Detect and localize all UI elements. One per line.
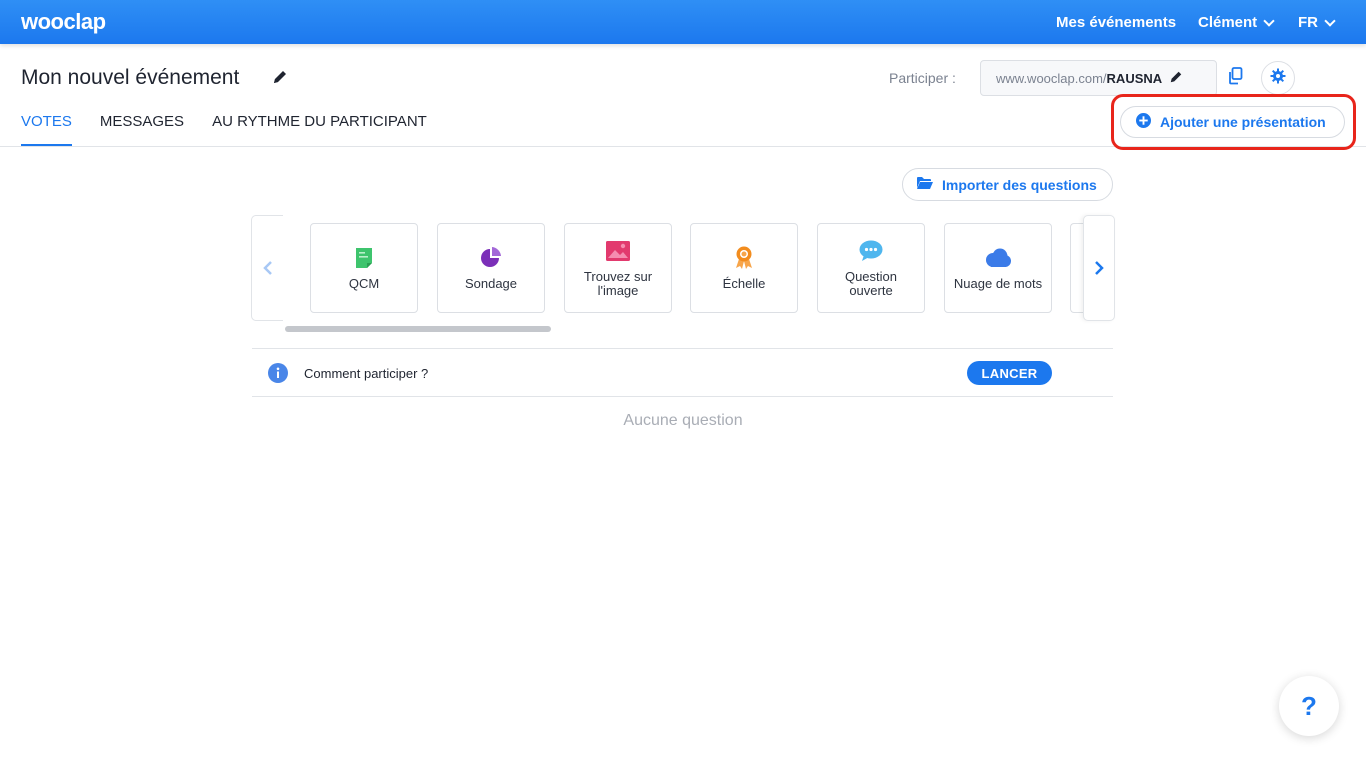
tab-messages[interactable]: MESSAGES	[100, 113, 184, 146]
chevron-down-icon	[1324, 14, 1336, 27]
my-events-link[interactable]: Mes événements	[1056, 14, 1176, 31]
wooclap-logo[interactable]: wooclap	[21, 9, 106, 35]
chevron-right-icon	[1095, 261, 1104, 275]
folder-open-icon	[916, 176, 934, 193]
question-type-qcm[interactable]: QCM	[310, 223, 418, 313]
question-type-label: QCM	[348, 276, 380, 291]
url-code: RAUSNA	[1106, 70, 1163, 86]
help-button[interactable]: ?	[1279, 676, 1339, 736]
tab-votes[interactable]: VOTES	[21, 113, 72, 146]
image-icon	[605, 238, 631, 264]
question-type-label: Sondage	[464, 276, 518, 291]
user-menu[interactable]: Clément	[1198, 14, 1275, 31]
top-bar: wooclap Mes événements Clément FR	[0, 0, 1366, 44]
cloud-icon	[984, 245, 1012, 271]
question-type-label: Question ouverte	[844, 269, 898, 298]
info-icon	[268, 363, 288, 388]
question-type-open-question[interactable]: Question ouverte	[817, 223, 925, 313]
import-questions-label: Importer des questions	[942, 176, 1097, 193]
carousel-next-button[interactable]	[1083, 215, 1115, 321]
carousel-scrollbar[interactable]	[285, 326, 551, 332]
url-prefix: www.wooclap.com/	[996, 70, 1107, 86]
import-questions-button[interactable]: Importer des questions	[902, 168, 1113, 201]
question-type-scale[interactable]: Échelle	[690, 223, 798, 313]
my-events-label: Mes événements	[1056, 14, 1177, 31]
user-name: Clément	[1198, 14, 1258, 31]
chevron-left-icon	[262, 261, 272, 275]
chevron-down-icon	[1263, 14, 1275, 27]
ribbon-icon	[734, 245, 754, 271]
highlight-annotation	[1111, 94, 1356, 150]
question-type-poll[interactable]: Sondage	[437, 223, 545, 313]
question-type-word-cloud[interactable]: Nuage de mots	[944, 223, 1052, 313]
question-type-find-on-image[interactable]: Trouvez sur l'image	[564, 223, 672, 313]
question-type-label: Nuage de mots	[953, 276, 1043, 291]
pencil-icon[interactable]	[1169, 70, 1183, 87]
launch-button[interactable]: LANCER	[967, 361, 1052, 385]
event-title: Mon nouvel événement	[21, 66, 240, 89]
qcm-icon	[355, 245, 373, 271]
pie-chart-icon	[480, 245, 502, 271]
question-type-card-partial[interactable]	[1070, 223, 1084, 313]
gear-icon	[1270, 68, 1286, 89]
language-label: FR	[1298, 14, 1318, 31]
event-tabs: VOTES MESSAGES AU RYTHME DU PARTICIPANT	[21, 113, 455, 146]
divider	[252, 348, 1113, 349]
copy-icon[interactable]	[1228, 67, 1244, 90]
event-url-field[interactable]: www.wooclap.com/RAUSNA	[980, 60, 1217, 96]
how-to-participate-link[interactable]: Comment participer ?	[304, 366, 428, 381]
divider	[252, 396, 1113, 397]
pencil-icon[interactable]	[272, 69, 288, 90]
language-menu[interactable]: FR	[1298, 14, 1336, 31]
settings-button[interactable]	[1261, 61, 1295, 95]
tab-participant-pace[interactable]: AU RYTHME DU PARTICIPANT	[212, 113, 427, 146]
carousel-prev-button[interactable]	[251, 215, 283, 321]
speech-bubble-icon	[859, 238, 883, 264]
question-mark-icon: ?	[1301, 690, 1317, 721]
question-type-label: Trouvez sur l'image	[583, 269, 653, 298]
empty-state-text: Aucune question	[623, 412, 743, 429]
participate-label: Participer :	[889, 70, 956, 86]
question-type-label: Échelle	[722, 276, 766, 291]
